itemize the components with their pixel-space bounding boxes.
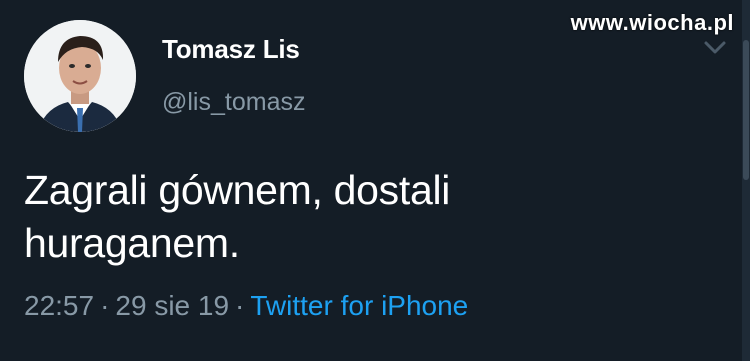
tweet-source-link[interactable]: Twitter for iPhone: [250, 290, 468, 321]
tweet-text: Zagrali gównem, dostali huraganem.: [24, 164, 624, 270]
avatar-image: [24, 20, 136, 132]
tweet-time[interactable]: 22:57: [24, 290, 94, 321]
tweet-meta: 22:57 · 29 sie 19 · Twitter for iPhone: [24, 290, 468, 322]
tweet-text-line: huraganem.: [24, 220, 240, 266]
display-name[interactable]: Tomasz Lis: [162, 34, 300, 65]
tweet-text-line: Zagrali gównem, dostali: [24, 167, 451, 213]
avatar[interactable]: [24, 20, 136, 132]
scrollbar-thumb[interactable]: [743, 40, 749, 180]
separator: ·: [100, 290, 110, 321]
chevron-down-icon[interactable]: [700, 36, 730, 60]
watermark: www.wiocha.pl: [570, 10, 734, 35]
tweet-date[interactable]: 29 sie 19: [115, 290, 229, 321]
user-handle[interactable]: @lis_tomasz: [162, 88, 305, 117]
scrollbar[interactable]: [742, 0, 750, 361]
separator: ·: [235, 290, 245, 321]
tweet-card: Tomasz Lis @lis_tomasz www.wiocha.pl Zag…: [0, 0, 750, 361]
